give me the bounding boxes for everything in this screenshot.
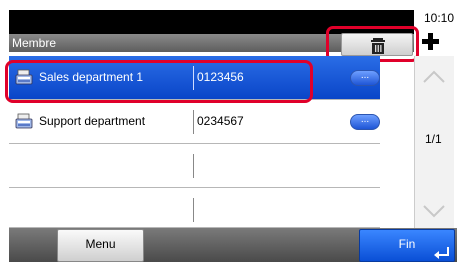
column-divider xyxy=(193,110,194,134)
enter-arrow-icon xyxy=(434,247,449,259)
list-row-4[interactable] xyxy=(9,188,380,228)
selected-row-highlight xyxy=(5,60,313,103)
column-divider xyxy=(193,154,194,178)
list-row-2[interactable]: Support department 0234567 ... xyxy=(9,100,380,144)
member-number: 0234567 xyxy=(197,114,244,128)
detail-button[interactable]: ... xyxy=(350,114,380,130)
column-divider xyxy=(193,198,194,222)
menu-button-label: Menu xyxy=(85,237,116,251)
list-row-3[interactable] xyxy=(9,144,380,188)
detail-button-label: ... xyxy=(360,114,370,125)
plus-icon[interactable] xyxy=(420,30,442,52)
scroll-up-icon[interactable] xyxy=(414,56,454,98)
member-name: Support department xyxy=(39,114,146,128)
detail-button-label: ... xyxy=(360,70,370,81)
menu-button[interactable]: Menu xyxy=(57,229,144,262)
detail-button[interactable]: ... xyxy=(350,70,380,86)
page-indicator: 1/1 xyxy=(425,132,442,146)
page-title: Membre xyxy=(12,36,57,50)
clock: 10:10 xyxy=(424,11,455,25)
fax-machine-icon xyxy=(15,113,33,129)
